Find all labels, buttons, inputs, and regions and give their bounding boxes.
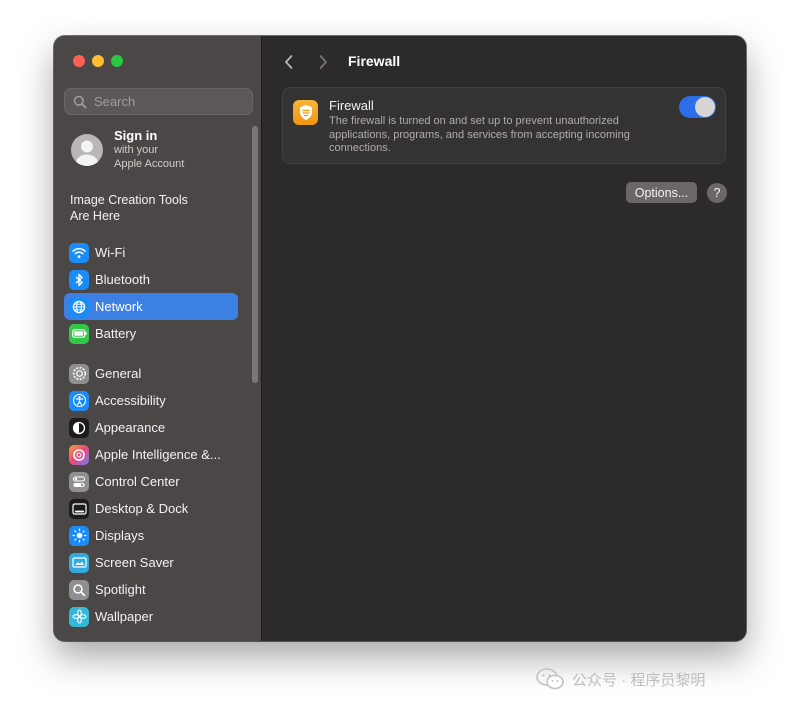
accessibility-icon [69, 390, 89, 411]
search-box[interactable] [64, 88, 253, 115]
sidebar: Sign in with your Apple Account Image Cr… [54, 36, 262, 641]
apple-intelligence-icon [69, 444, 89, 465]
back-button[interactable] [279, 52, 299, 72]
sidebar-group-connectivity: Wi-Fi Bluetooth Network Battery [64, 239, 238, 347]
watermark: 公众号 · 程序员黎明 [536, 668, 705, 690]
toggle-knob [695, 97, 715, 117]
help-button[interactable]: ? [707, 183, 727, 203]
sidebar-item-apple-intelligence[interactable]: Apple Intelligence &... [64, 441, 238, 468]
sidebar-item-label: Network [95, 299, 143, 314]
sidebar-item-displays[interactable]: Displays [64, 522, 238, 549]
gear-icon [69, 363, 89, 384]
sidebar-item-battery[interactable]: Battery [64, 320, 238, 347]
sidebar-item-accessibility[interactable]: Accessibility [64, 387, 238, 414]
sidebar-item-label: Displays [95, 528, 145, 543]
screen-saver-icon [69, 552, 89, 573]
firewall-description: The firewall is turned on and set up to … [329, 115, 630, 154]
promo-banner[interactable]: Image Creation Tools Are Here [70, 192, 245, 224]
sign-in-title: Sign in [114, 128, 158, 143]
dock-icon [69, 498, 89, 519]
search-input[interactable] [92, 93, 242, 110]
firewall-card: Firewall The firewall is turned on and s… [282, 87, 726, 164]
sign-in-subtitle-2: Apple Account [114, 158, 185, 170]
sidebar-group-system: General Accessibility Appearance Apple Inte… [64, 360, 238, 630]
sidebar-item-label: Wi-Fi [95, 245, 126, 260]
control-center-icon [69, 471, 89, 492]
flower-icon [69, 606, 89, 627]
wechat-icon [536, 668, 564, 690]
chevron-left-icon [285, 55, 293, 69]
firewall-title: Firewall [329, 98, 374, 113]
battery-icon [69, 323, 89, 344]
sidebar-item-label: Spotlight [95, 582, 146, 597]
sidebar-item-spotlight[interactable]: Spotlight [64, 576, 238, 603]
sidebar-item-appearance[interactable]: Appearance [64, 414, 238, 441]
forward-button[interactable] [313, 52, 333, 72]
sidebar-item-general[interactable]: General [64, 360, 238, 387]
sidebar-item-bluetooth[interactable]: Bluetooth [64, 266, 238, 293]
window-controls [73, 55, 123, 67]
main-pane: Firewall Firewall The firewall is turned… [262, 36, 746, 641]
minimize-window-button[interactable] [92, 55, 104, 67]
firewall-shield-icon [293, 100, 318, 125]
sidebar-item-label: Accessibility [95, 393, 166, 408]
appearance-icon [69, 417, 89, 438]
promo-line-2: Are Here [70, 209, 121, 223]
settings-window: Sign in with your Apple Account Image Cr… [54, 36, 746, 641]
sun-icon [69, 525, 89, 546]
watermark-text: 公众号 · 程序员黎明 [572, 671, 706, 689]
person-icon [76, 140, 98, 166]
sidebar-item-label: Apple Intelligence &... [95, 447, 221, 462]
search-icon [73, 95, 87, 109]
globe-icon [69, 296, 89, 317]
zoom-window-button[interactable] [111, 55, 123, 67]
sidebar-item-screen-saver[interactable]: Screen Saver [64, 549, 238, 576]
sidebar-item-label: Bluetooth [95, 272, 150, 287]
sidebar-item-label: Control Center [95, 474, 180, 489]
sidebar-scrollbar[interactable] [252, 126, 258, 383]
page-title: Firewall [348, 53, 401, 69]
chevron-right-icon [319, 55, 327, 69]
sidebar-item-label: Battery [95, 326, 137, 341]
sidebar-item-wi-fi[interactable]: Wi-Fi [64, 239, 238, 266]
sidebar-item-label: Screen Saver [95, 555, 174, 570]
promo-line-1: Image Creation Tools [70, 193, 188, 207]
sign-in-subtitle-1: with your [114, 144, 159, 156]
sidebar-item-label: Appearance [95, 420, 166, 435]
sidebar-item-label: General [95, 366, 142, 381]
magnifier-icon [69, 579, 89, 600]
sidebar-item-control-center[interactable]: Control Center [64, 468, 238, 495]
sidebar-item-desktop-dock[interactable]: Desktop & Dock [64, 495, 238, 522]
close-window-button[interactable] [73, 55, 85, 67]
wifi-icon [69, 242, 89, 263]
firewall-toggle[interactable] [679, 96, 716, 118]
sidebar-item-label: Desktop & Dock [95, 501, 189, 516]
sidebar-item-label: Wallpaper [95, 609, 154, 624]
bluetooth-icon [69, 269, 89, 290]
sidebar-item-wallpaper[interactable]: Wallpaper [64, 603, 238, 630]
sidebar-item-network[interactable]: Network [64, 293, 238, 320]
account-sign-in[interactable]: Sign in with your Apple Account [71, 128, 184, 171]
avatar [71, 134, 103, 166]
options-button[interactable]: Options... [626, 182, 697, 203]
